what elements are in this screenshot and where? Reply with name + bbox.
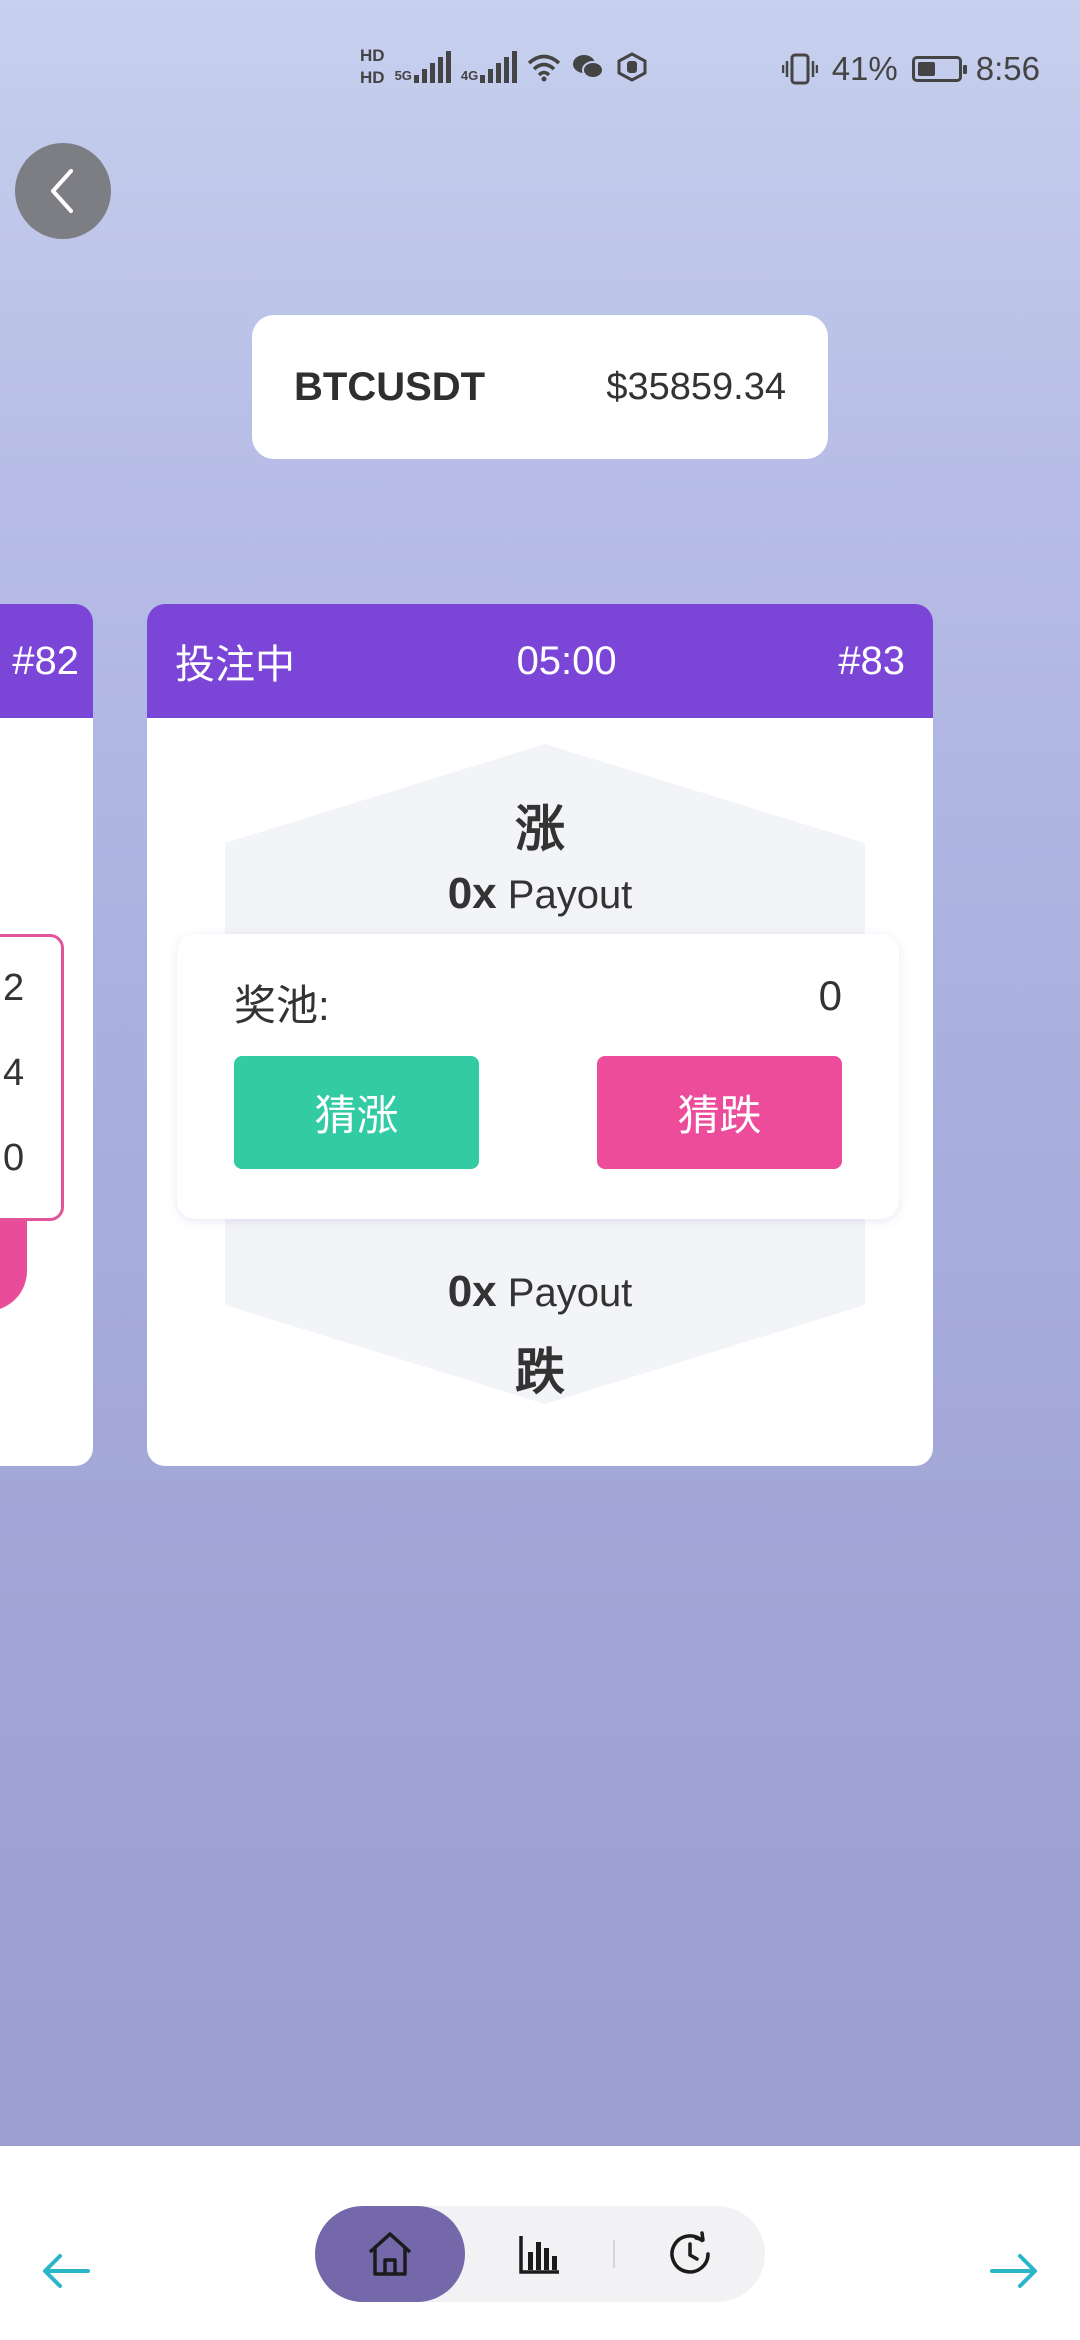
bet-down-button[interactable]: 猜跌 <box>597 1056 842 1169</box>
nav-stats-button[interactable] <box>465 2206 615 2302</box>
status-bar: HD HD 5G 4G 41% 8:56 <box>0 0 1080 150</box>
chevron-left-icon <box>51 169 73 213</box>
round-card-header: 投注中 05:00 #83 <box>147 604 933 718</box>
wifi-icon <box>528 54 561 82</box>
net1-label: 5G <box>394 68 412 83</box>
prev-card-digit: 4 <box>3 1052 25 1094</box>
prev-card-digit: 0 <box>3 1137 25 1179</box>
round-timer: 05:00 <box>516 638 617 683</box>
history-icon <box>670 2231 710 2274</box>
down-payout-text: Payout <box>507 1271 633 1315</box>
chart-icon <box>519 2236 559 2274</box>
hd-indicator: HD HD <box>360 45 385 89</box>
battery-percent: 41% <box>831 50 898 87</box>
up-payout-text: Payout <box>507 873 633 917</box>
down-multiplier: 0x <box>447 1267 497 1316</box>
home-icon <box>368 2232 412 2276</box>
bet-panel: 奖池: 0 猜涨 猜跌 <box>177 934 899 1219</box>
signal-bars-icon <box>413 51 451 83</box>
hd1-label: HD <box>360 46 385 65</box>
round-card: 投注中 05:00 #83 涨 0x Payout 奖池: 0 猜涨 猜跌 0x… <box>147 604 933 1466</box>
arrow-right-icon[interactable] <box>984 2246 1044 2296</box>
pool-value: 0 <box>818 972 842 1019</box>
ticker-card: BTCUSDT $35859.34 <box>252 315 828 459</box>
battery-icon <box>911 56 967 82</box>
bet-up-button[interactable]: 猜涨 <box>234 1056 479 1169</box>
hd2-label: HD <box>360 68 385 87</box>
signal-5g: 5G <box>395 51 451 83</box>
status-icons: HD HD 5G 4G <box>360 45 649 89</box>
up-label: 涨 <box>515 801 565 857</box>
signal-bars-icon <box>480 51 518 83</box>
ticker-price: $35859.34 <box>606 365 786 408</box>
prev-card-header: #82 <box>0 604 93 718</box>
prev-card-result-box: 2 4 0 <box>0 934 64 1221</box>
down-label: 跌 <box>515 1344 565 1400</box>
ticker-symbol: BTCUSDT <box>294 364 486 409</box>
down-payout: 0x Payout <box>147 1267 933 1317</box>
prev-card-digit: 2 <box>3 967 25 1009</box>
up-multiplier: 0x <box>447 869 497 918</box>
prev-card-down-button <box>0 1221 27 1311</box>
signal-4g: 4G <box>460 51 518 83</box>
round-status: 投注中 <box>175 643 295 687</box>
arrow-left-icon[interactable] <box>36 2246 96 2296</box>
nav-home-button[interactable] <box>315 2206 465 2302</box>
bottom-nav <box>0 2146 1080 2340</box>
nav-tabs <box>315 2206 765 2302</box>
back-button[interactable] <box>15 143 111 239</box>
clock: 8:56 <box>975 50 1040 87</box>
prev-round-number: #82 <box>12 638 79 683</box>
net2-label: 4G <box>460 68 479 83</box>
wechat-icon <box>573 55 605 79</box>
shield-hand-icon <box>617 52 647 82</box>
up-payout: 0x Payout <box>147 869 933 919</box>
nav-history-button[interactable] <box>615 2206 765 2302</box>
status-right: 41% 8:56 <box>781 50 1040 88</box>
prev-round-card[interactable]: #82 2 4 0 <box>0 604 93 1466</box>
round-number: #83 <box>838 638 905 683</box>
vibrate-icon <box>781 53 818 85</box>
pool-label: 奖池: <box>234 982 330 1029</box>
